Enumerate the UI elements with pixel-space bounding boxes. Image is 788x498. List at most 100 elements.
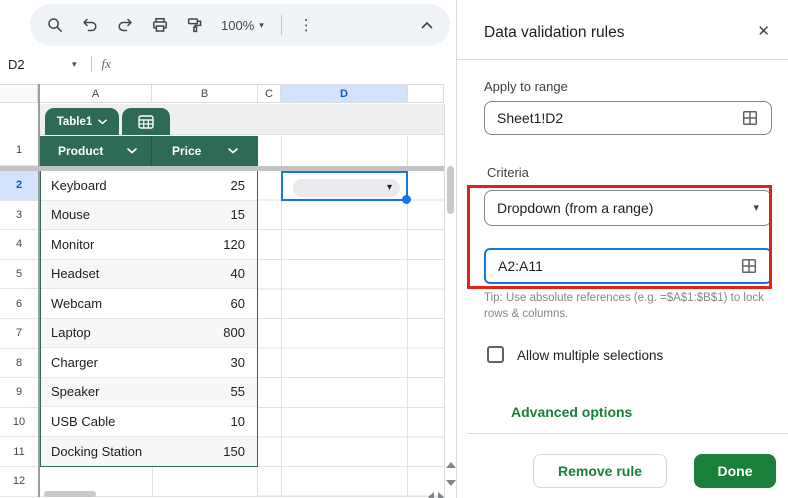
price-cell[interactable]: 150 xyxy=(152,444,257,459)
price-cell[interactable]: 25 xyxy=(152,178,257,193)
panel-footer-divider xyxy=(467,433,788,434)
table-row[interactable]: Speaker 55 xyxy=(41,377,257,407)
product-cell[interactable]: Headset xyxy=(41,266,152,281)
table-name-tab[interactable]: Table1 xyxy=(45,108,119,135)
row-header-10[interactable]: 10 xyxy=(0,407,38,438)
row-header-11[interactable]: 11 xyxy=(0,437,38,467)
redo-icon[interactable] xyxy=(116,16,134,34)
row-header-12[interactable]: 12 xyxy=(0,466,38,497)
zoom-control[interactable]: 100% ▾ xyxy=(221,18,264,33)
table-name-label: Table1 xyxy=(56,115,93,128)
select-range-icon[interactable] xyxy=(741,109,759,127)
price-cell[interactable]: 30 xyxy=(152,355,257,370)
product-cell[interactable]: Mouse xyxy=(41,207,152,222)
scroll-up-icon[interactable] xyxy=(446,462,456,468)
print-icon[interactable] xyxy=(151,16,169,34)
table-row[interactable]: Charger 30 xyxy=(41,348,257,378)
table-body: Keyboard 25 Mouse 15 Monitor 120 Headset 40 … xyxy=(40,171,258,467)
row-header-7[interactable]: 7 xyxy=(0,318,38,349)
horizontal-scrollbar-thumb[interactable] xyxy=(44,491,96,497)
close-icon[interactable]: ✕ xyxy=(757,22,770,40)
zoom-value: 100% xyxy=(221,17,255,33)
name-box-chevron-icon[interactable]: ▾ xyxy=(72,59,77,69)
product-cell[interactable]: Speaker xyxy=(41,384,152,399)
price-cell[interactable]: 15 xyxy=(152,207,257,222)
column-header-c[interactable]: C xyxy=(258,84,281,103)
toolbar: 100% ▾ ⋮ xyxy=(30,4,450,46)
vertical-scrollbar-thumb[interactable] xyxy=(447,166,454,214)
table-header-product[interactable]: Product xyxy=(40,136,152,166)
row-header-3[interactable]: 3 xyxy=(0,200,38,231)
chevron-down-icon: ▾ xyxy=(753,201,759,214)
row-header-4[interactable]: 4 xyxy=(0,230,38,260)
table-row[interactable]: Laptop 800 xyxy=(41,318,257,348)
product-cell[interactable]: USB Cable xyxy=(41,414,152,429)
table-row[interactable]: Mouse 15 xyxy=(41,200,257,230)
scroll-left-icon[interactable] xyxy=(428,492,434,498)
chevron-down-icon xyxy=(98,118,108,124)
table-row[interactable]: USB Cable 10 xyxy=(41,407,257,437)
done-button[interactable]: Done xyxy=(694,454,776,488)
criteria-range-value: A2:A11 xyxy=(498,258,543,274)
table-menu-tab[interactable] xyxy=(122,108,170,135)
row-header-2[interactable]: 2 xyxy=(0,171,38,201)
column-header-a[interactable]: A xyxy=(40,84,152,103)
row-header-1[interactable]: 1 xyxy=(0,135,38,166)
allow-multiple-checkbox[interactable] xyxy=(487,346,504,363)
price-cell[interactable]: 60 xyxy=(152,296,257,311)
vertical-scrollbar[interactable] xyxy=(444,104,456,498)
fx-icon: fx xyxy=(101,56,111,71)
selected-cell-d2[interactable]: ▾ xyxy=(281,171,411,204)
product-cell[interactable]: Keyboard xyxy=(41,178,152,193)
panel-title-divider xyxy=(457,59,788,60)
row-header-9[interactable]: 9 xyxy=(0,378,38,408)
product-cell[interactable]: Monitor xyxy=(41,237,152,252)
row-header-5[interactable]: 5 xyxy=(0,259,38,290)
google-sheets-app: 100% ▾ ⋮ D2 ▾ fx A B C D Table1 1 Produc… xyxy=(0,0,788,498)
table-row[interactable]: Headset 40 xyxy=(41,259,257,289)
undo-icon[interactable] xyxy=(81,16,99,34)
price-cell[interactable]: 55 xyxy=(152,384,257,399)
price-cell[interactable]: 800 xyxy=(152,325,257,340)
row-header-6[interactable]: 6 xyxy=(0,289,38,319)
chevron-down-icon: ▾ xyxy=(259,19,264,30)
product-cell[interactable]: Laptop xyxy=(41,325,152,340)
column-header-d[interactable]: D xyxy=(281,84,408,103)
table-row[interactable]: Monitor 120 xyxy=(41,230,257,260)
table-icon xyxy=(138,114,154,129)
criteria-label: Criteria xyxy=(487,165,529,180)
price-cell[interactable]: 120 xyxy=(152,237,257,252)
table-header-price[interactable]: Price xyxy=(152,136,258,166)
range-input[interactable]: Sheet1!D2 xyxy=(484,101,772,135)
namebox-divider xyxy=(90,56,92,72)
criteria-select[interactable]: Dropdown (from a range) ▾ xyxy=(484,190,772,226)
paint-format-icon[interactable] xyxy=(186,16,204,34)
remove-rule-button[interactable]: Remove rule xyxy=(533,454,667,488)
select-range-icon[interactable] xyxy=(740,257,758,275)
product-cell[interactable]: Docking Station xyxy=(41,444,152,459)
search-icon[interactable] xyxy=(46,16,64,34)
apply-to-range-label: Apply to range xyxy=(484,79,568,94)
collapse-toolbar-icon[interactable] xyxy=(420,20,434,30)
advanced-options-link[interactable]: Advanced options xyxy=(511,404,632,420)
more-vert-icon[interactable]: ⋮ xyxy=(299,16,314,34)
chevron-down-icon xyxy=(228,148,238,154)
column-header-b[interactable]: B xyxy=(152,84,258,103)
select-all-corner[interactable] xyxy=(0,84,38,103)
table-row[interactable]: Keyboard 25 xyxy=(41,171,257,201)
price-cell[interactable]: 40 xyxy=(152,266,257,281)
table-row[interactable]: Webcam 60 xyxy=(41,289,257,319)
scroll-right-icon[interactable] xyxy=(438,492,444,498)
criteria-range-input[interactable]: A2:A11 xyxy=(484,248,772,284)
scroll-down-icon[interactable] xyxy=(446,480,456,486)
name-box[interactable]: D2 xyxy=(8,57,70,72)
price-cell[interactable]: 10 xyxy=(152,414,257,429)
dropdown-chip[interactable]: ▾ xyxy=(293,179,400,197)
fill-handle[interactable] xyxy=(402,195,411,204)
product-cell[interactable]: Charger xyxy=(41,355,152,370)
row-header-8[interactable]: 8 xyxy=(0,348,38,379)
table-row[interactable]: Docking Station 150 xyxy=(41,436,257,466)
column-header-e-stub[interactable] xyxy=(408,84,444,103)
price-header-label: Price xyxy=(172,144,202,158)
product-cell[interactable]: Webcam xyxy=(41,296,152,311)
